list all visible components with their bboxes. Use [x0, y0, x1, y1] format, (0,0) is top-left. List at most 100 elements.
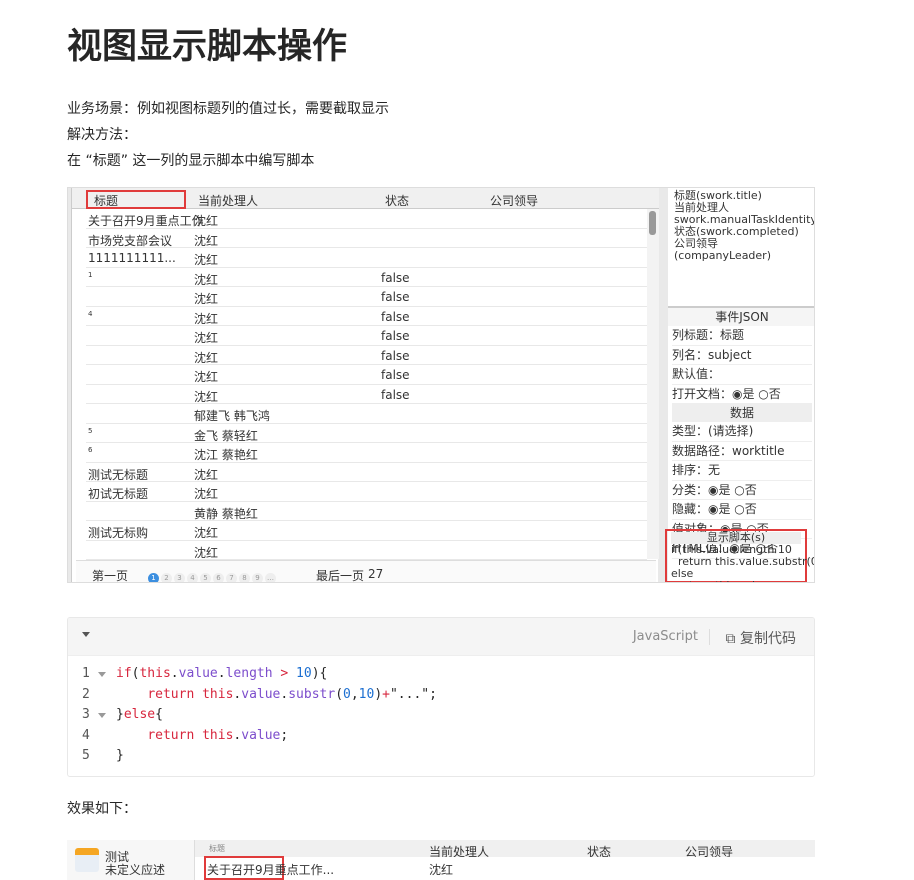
table-row[interactable]: 4 沈红 false [86, 307, 647, 326]
caret-down-icon[interactable] [82, 632, 90, 637]
table-cell: 金飞 蔡轻红 [194, 428, 258, 443]
props-item: 列标题：标题 [672, 326, 812, 346]
table-row[interactable]: 沈红 false [86, 346, 647, 365]
page-button[interactable]: 2 [161, 573, 172, 582]
table-cell: 沈江 蔡艳红 [194, 448, 258, 462]
table-cell: 黄静 蔡艳红 [194, 506, 258, 521]
cell-title: 关于召开9月重点工作... [207, 863, 335, 877]
props2-item: 类型：(请选择) [672, 422, 812, 442]
table-cell: false [381, 290, 410, 304]
table-row[interactable]: 黄静 蔡艳红 [86, 502, 647, 521]
table-row[interactable]: 沈红 false [86, 287, 647, 307]
field_list-item[interactable]: 公司领导(companyLeader) [674, 238, 810, 262]
table-cell: 测试无标题 [88, 467, 149, 482]
table-row[interactable]: 关于召开9月重点工作 沈红 [86, 209, 647, 229]
table-row[interactable]: 测试无标题 沈红 [86, 463, 647, 482]
table-cell: 沈红 [194, 350, 219, 365]
page-button[interactable]: 6 [213, 573, 224, 582]
table-cell: false [381, 387, 410, 402]
table-row[interactable]: 沈红 [86, 541, 647, 560]
field_list-item[interactable]: 当前处理人swork.manualTaskIdentityText [674, 202, 814, 226]
app-icon [75, 848, 99, 872]
table-cell: 沈红 [194, 292, 219, 306]
table-row[interactable]: 沈红 false [86, 385, 647, 404]
fold-icon[interactable] [98, 713, 106, 718]
line-number: 1 [82, 666, 90, 681]
table-cell: 郁建飞 韩飞鸿 [194, 409, 270, 423]
table-cell: 初试无标题 [88, 487, 149, 501]
table-cell: false [381, 368, 410, 382]
tabs[interactable]: 事件JSON [668, 308, 814, 326]
paragraph-instruction: 在 “标题” 这一列的显示脚本中编写脚本 [67, 153, 315, 169]
table-cell: 5 [88, 426, 93, 435]
table-row[interactable]: 郁建飞 韩飞鸿 [86, 404, 647, 424]
table-row[interactable]: 市场党支部会议 沈红 [86, 229, 647, 248]
line-number: 4 [82, 727, 90, 743]
table-cell: 市场党支部会议 [88, 233, 173, 248]
page-button[interactable]: 7 [226, 573, 237, 582]
table-cell: 沈红 [194, 370, 219, 384]
col-handler: 当前处理人 [198, 194, 259, 208]
table-cell: 沈红 [194, 487, 219, 501]
effect-label: 效果如下： [67, 801, 137, 817]
col-title: 标题 [209, 844, 225, 853]
props2-item: 数据路径：worktitle [672, 442, 812, 461]
props-item: 默认值： [672, 365, 812, 385]
table-row[interactable]: 1 沈红 false [86, 268, 647, 287]
copy-icon: ⧉ [725, 631, 736, 647]
table-cell: 沈红 [194, 331, 219, 345]
table-row[interactable]: 6 沈江 蔡艳红 [86, 443, 647, 463]
table-cell: 沈红 [194, 253, 219, 267]
table-cell: false [381, 348, 410, 363]
view-grid: 标题 当前处理人 状态 公司领导 关于召开9月重点工作 沈红 市场党支部会议 沈红 11… [71, 188, 659, 582]
screenshot-view-config: 标题 当前处理人 状态 公司领导 关于召开9月重点工作 沈红 市场党支部会议 沈红 11… [67, 187, 815, 583]
props-item: 列名：subject [672, 346, 812, 365]
col-status: 状态 [385, 194, 410, 208]
table-row[interactable]: 1111111111... 沈红 [86, 248, 647, 268]
props3-item: 排序：无 [672, 461, 812, 481]
page-title: 视图显示脚本操作 [67, 27, 348, 67]
line-number: 3 [82, 707, 90, 722]
page-button[interactable]: 5 [200, 573, 211, 582]
table-cell: 6 [88, 446, 93, 454]
last-page-link[interactable]: 最后一页 [316, 567, 364, 582]
page-button[interactable]: 1 [148, 573, 159, 582]
page-button[interactable]: 3 [174, 573, 185, 582]
display-script-box[interactable]: 显示脚本(s) if(this.value.length 10 return t… [665, 529, 814, 582]
scrollbar[interactable] [647, 209, 659, 559]
page-button[interactable]: 9 [252, 573, 263, 582]
table-row[interactable]: 沈红 false [86, 326, 647, 346]
fold-icon[interactable] [98, 672, 106, 677]
page-button[interactable]: 8 [239, 573, 250, 582]
table-cell: 沈红 [194, 526, 219, 540]
table-cell: 沈红 [194, 311, 219, 326]
table-row[interactable]: 沈红 false [86, 365, 647, 385]
page-button[interactable]: … [265, 573, 276, 582]
table-cell: false [381, 270, 410, 285]
table-cell: 沈红 [194, 467, 219, 482]
props3-item: 分类：◉是 ○否 [672, 481, 812, 500]
table-row[interactable]: 初试无标题 沈红 [86, 482, 647, 502]
props3-item: 隐藏：◉是 ○否 [672, 500, 812, 520]
app-subtitle: 未定义应述 [105, 863, 166, 877]
table-row[interactable]: 5 金飞 蔡轻红 [86, 424, 647, 443]
table-cell: false [381, 329, 410, 343]
table-row[interactable]: 测试无标购 沈红 [86, 521, 647, 541]
highlight-box [86, 190, 186, 209]
table-cell: 沈红 [194, 389, 219, 404]
table-cell: 1 [88, 270, 93, 279]
line-number: 5 [82, 748, 90, 763]
page-button[interactable]: 4 [187, 573, 198, 582]
table-cell: 1111111111... [88, 251, 176, 265]
language-label: JavaScript [632, 629, 698, 644]
line-number: 2 [82, 686, 90, 702]
field-list: 标题(swork.title) 当前处理人swork.manualTaskIden… [668, 188, 814, 308]
copy-code-button[interactable]: ⧉ 复制代码 [726, 628, 796, 648]
table-cell: false [381, 309, 410, 324]
table-cell: 关于召开9月重点工作 [88, 214, 204, 228]
paragraph-scenario: 业务场景：例如视图标题列的值过长，需要截取显示 [67, 101, 389, 117]
props-item: 打开文档：◉是 ○否 [672, 385, 812, 404]
table-cell: 4 [88, 309, 93, 318]
first-page-link[interactable]: 第一页 [92, 567, 128, 582]
col-leader: 公司领导 [490, 194, 539, 208]
